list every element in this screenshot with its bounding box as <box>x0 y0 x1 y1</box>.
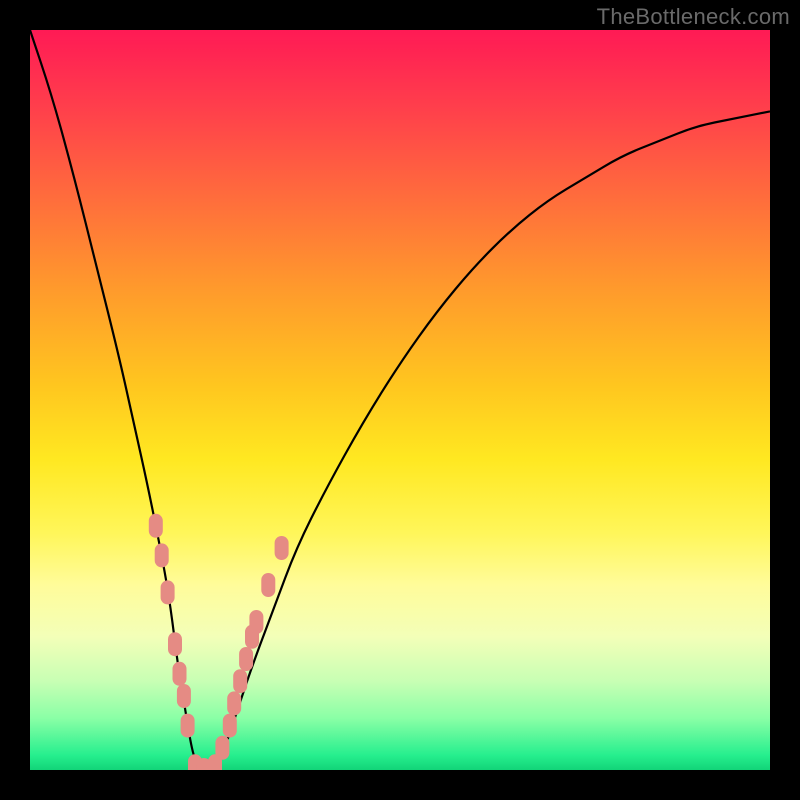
curve-layer <box>30 30 770 770</box>
curve-marker <box>239 647 253 671</box>
curve-marker <box>223 714 237 738</box>
plot-area <box>30 30 770 770</box>
curve-marker <box>275 536 289 560</box>
curve-marker <box>215 736 229 760</box>
curve-marker <box>261 573 275 597</box>
curve-marker <box>233 669 247 693</box>
curve-marker <box>173 662 187 686</box>
curve-marker <box>227 691 241 715</box>
marker-group <box>149 514 289 770</box>
curve-marker <box>168 632 182 656</box>
curve-marker <box>181 714 195 738</box>
curve-marker <box>149 514 163 538</box>
bottleneck-curve <box>30 30 770 770</box>
watermark-label: TheBottleneck.com <box>597 4 790 30</box>
curve-marker <box>177 684 191 708</box>
curve-marker <box>249 610 263 634</box>
chart-frame: TheBottleneck.com <box>0 0 800 800</box>
curve-marker <box>161 580 175 604</box>
curve-marker <box>155 543 169 567</box>
